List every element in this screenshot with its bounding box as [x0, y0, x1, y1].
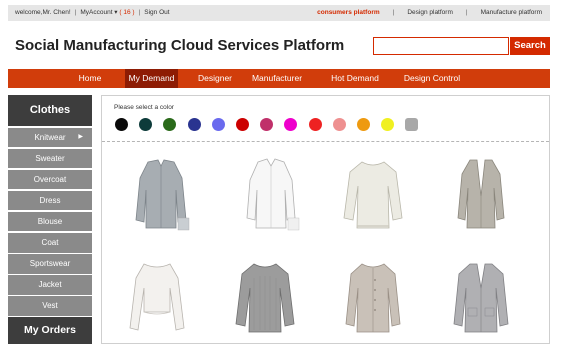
product-card[interactable]	[338, 156, 408, 236]
nav-home[interactable]: Home	[76, 69, 104, 88]
sidebar-item-blouse[interactable]: Blouse	[8, 211, 92, 232]
sidebar-item-jacket[interactable]: Jacket	[8, 275, 92, 295]
sidebar-item-sweater[interactable]: Sweater	[8, 148, 92, 169]
gray-knit-sweater-icon	[235, 263, 295, 333]
nav-designer[interactable]: Designer	[193, 69, 237, 88]
product-card[interactable]	[338, 258, 408, 338]
white-shirt-icon	[246, 158, 300, 231]
consumers-platform-link[interactable]: consumers platform	[317, 5, 380, 21]
gray-shirt-icon	[135, 159, 190, 231]
search-input[interactable]	[373, 37, 509, 55]
sidebar-item-coat[interactable]: Coat	[8, 233, 92, 253]
nav-my-demand[interactable]: My Demand	[125, 69, 178, 88]
product-card[interactable]	[126, 156, 196, 236]
welcome-text: welcome,Mr. Chen!	[15, 9, 71, 16]
beige-cardigan-icon	[345, 263, 401, 333]
color-swatch[interactable]	[308, 118, 322, 131]
color-swatch[interactable]	[332, 118, 346, 131]
sidebar-item-dress[interactable]: Dress	[8, 190, 92, 211]
color-swatch[interactable]	[357, 118, 370, 131]
divider	[102, 141, 549, 142]
gray-cardigan-icon	[457, 159, 505, 229]
sign-out-link[interactable]: Sign Out	[144, 5, 169, 21]
design-platform-link[interactable]: Design platform	[407, 5, 453, 21]
color-swatch[interactable]	[211, 118, 225, 131]
product-card[interactable]	[230, 258, 300, 338]
sidebar-item-vest[interactable]: Vest	[8, 296, 92, 316]
product-card[interactable]	[446, 156, 516, 236]
caret-right-icon: ▶	[78, 133, 83, 140]
color-filter-label: Please select a color	[114, 104, 174, 111]
sidebar-item-knitwear[interactable]: Knitwear ▶	[8, 127, 92, 148]
product-card[interactable]	[122, 258, 192, 338]
manufacture-platform-link[interactable]: Manufacture platform	[481, 5, 542, 21]
color-swatch[interactable]	[260, 118, 274, 131]
color-swatch[interactable]	[236, 118, 249, 131]
search-button[interactable]: Search	[510, 37, 550, 55]
color-swatch[interactable]	[139, 118, 153, 131]
cream-sweater-icon	[343, 161, 403, 229]
product-panel: Please select a color	[101, 95, 550, 344]
color-swatch[interactable]	[405, 118, 419, 131]
sidebar-item-overcoat[interactable]: Overcoat	[8, 169, 92, 190]
top-bar: welcome,Mr. Chen! | MyAccount ▾ ( 16 ) | Sig…	[8, 5, 550, 21]
sidebar-item-sportswear[interactable]: Sportswear	[8, 254, 92, 274]
account-count: ( 16 )	[119, 9, 135, 16]
color-swatch[interactable]	[284, 118, 298, 131]
sidebar-heading[interactable]: Clothes	[8, 95, 92, 126]
product-card[interactable]	[236, 156, 306, 236]
color-swatch[interactable]	[115, 118, 128, 131]
white-top-icon	[129, 263, 185, 331]
my-account-link[interactable]: MyAccount ▾ ( 16 )	[80, 5, 134, 21]
color-swatch[interactable]	[163, 118, 177, 131]
category-sidebar: Clothes Knitwear ▶ Sweater Overcoat Dress…	[8, 95, 92, 316]
gray-cardigan-icon	[453, 263, 509, 333]
nav-manufacturer[interactable]: Manufacturer	[251, 69, 303, 88]
my-orders-button[interactable]: My Orders	[8, 317, 92, 344]
product-card[interactable]	[446, 258, 516, 338]
color-swatch[interactable]	[381, 118, 395, 131]
nav-hot-demand[interactable]: Hot Demand	[328, 69, 382, 88]
page-title: Social Manufacturing Cloud Services Plat…	[15, 37, 345, 54]
main-nav: Home My Demand Designer Manufacturer Hot…	[8, 69, 550, 88]
nav-design-control[interactable]: Design Control	[400, 69, 464, 88]
color-swatch[interactable]	[187, 118, 201, 131]
